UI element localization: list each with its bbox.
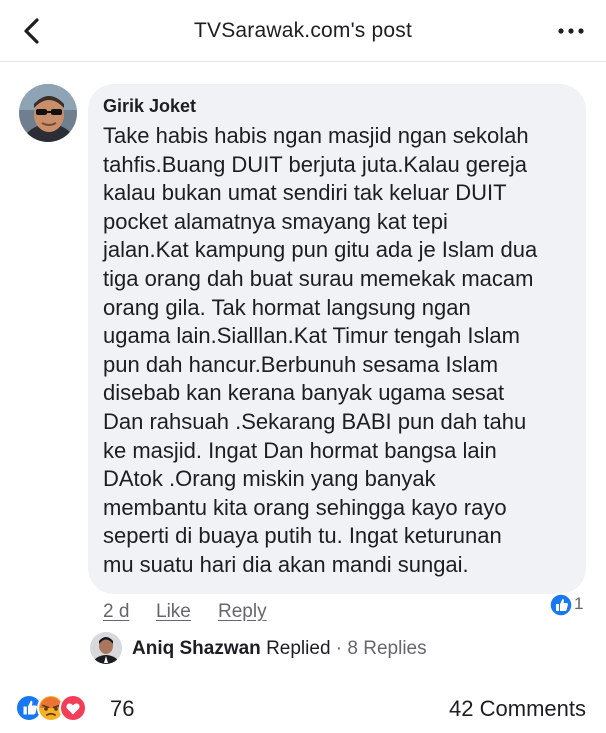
- reply-separator: ·: [335, 638, 343, 659]
- comment-reactions[interactable]: 1: [549, 593, 583, 617]
- comment-text-line: ke masjid. Ingat Dan hormat bangsa lain: [103, 437, 497, 463]
- reply-profile-photo: [90, 632, 122, 664]
- comment-text-line: pocket alamatnya smayang kat tepi: [103, 208, 448, 234]
- love-icon: [59, 694, 87, 722]
- view-replies[interactable]: Aniq Shazwan Replied · 8 Replies: [90, 630, 590, 670]
- comments-count-link[interactable]: 42 Comments: [449, 696, 586, 722]
- comment-text-line: DAtok .Orang miskin yang banyak: [103, 466, 436, 492]
- comment-text-line: mu suatu hari dia akan mandi sungai.: [103, 551, 469, 577]
- profile-photo: [19, 84, 77, 142]
- comment-author[interactable]: Girik Joket: [103, 96, 572, 117]
- reply-avatar: [90, 632, 122, 664]
- page-title: TVSarawak.com's post: [193, 19, 413, 42]
- like-button[interactable]: Like: [156, 601, 191, 623]
- comment-text-line: orang gila. Tak hormat langsung ngan: [103, 294, 471, 320]
- comment-bubble: Girik Joket Take habis habis ngan masjid…: [88, 84, 586, 594]
- reply-count: 8 Replies: [347, 638, 427, 659]
- comment-text-line: membantu kita orang sehingga kayo rayo: [103, 494, 507, 520]
- comment-text-line: tiga orang dah buat surau memekak macam: [103, 265, 534, 291]
- avatar[interactable]: [19, 84, 77, 142]
- more-horizontal-icon[interactable]: [556, 23, 586, 39]
- comment-text-line: jalan.Kat kampung pun gitu ada je Islam …: [103, 237, 538, 263]
- post-header: TVSarawak.com's post: [0, 0, 606, 62]
- comment-text-line: disebab kan kerana banyak ugama sesat: [103, 380, 505, 406]
- reply-button[interactable]: Reply: [218, 601, 267, 623]
- like-icon: [549, 593, 573, 617]
- reaction-count[interactable]: 76: [110, 696, 134, 722]
- comment-text-line: Dan rahsuah .Sekarang BABI pun dah tahu: [103, 408, 527, 434]
- comment-timestamp[interactable]: 2 d: [103, 601, 129, 623]
- post-footer: 76 42 Comments: [0, 685, 606, 733]
- reactions-summary[interactable]: [15, 693, 103, 723]
- comment-text-line: seperti di buaya putih tu. Ingat keturun…: [103, 523, 502, 549]
- reply-author: Aniq Shazwan: [132, 638, 261, 659]
- comment-text-line: ugama lain.Sialllan.Kat Timur tengah Isl…: [103, 323, 520, 349]
- comment-text-line: tahfis.Buang DUIT berjuta juta.Kalau ger…: [103, 151, 527, 177]
- reply-action: Replied: [266, 638, 331, 659]
- comment-text-line: pun dah hancur.Berbunuh sesama Islam: [103, 351, 499, 377]
- comment-reaction-count: 1: [574, 594, 584, 613]
- comment-text-line: kalau bukan umat sendiri tak keluar DUIT: [103, 180, 507, 206]
- comment-text-line: Take habis habis ngan masjid ngan sekola…: [103, 123, 529, 148]
- comment-text: Take habis habis ngan masjid ngan sekola…: [103, 122, 572, 580]
